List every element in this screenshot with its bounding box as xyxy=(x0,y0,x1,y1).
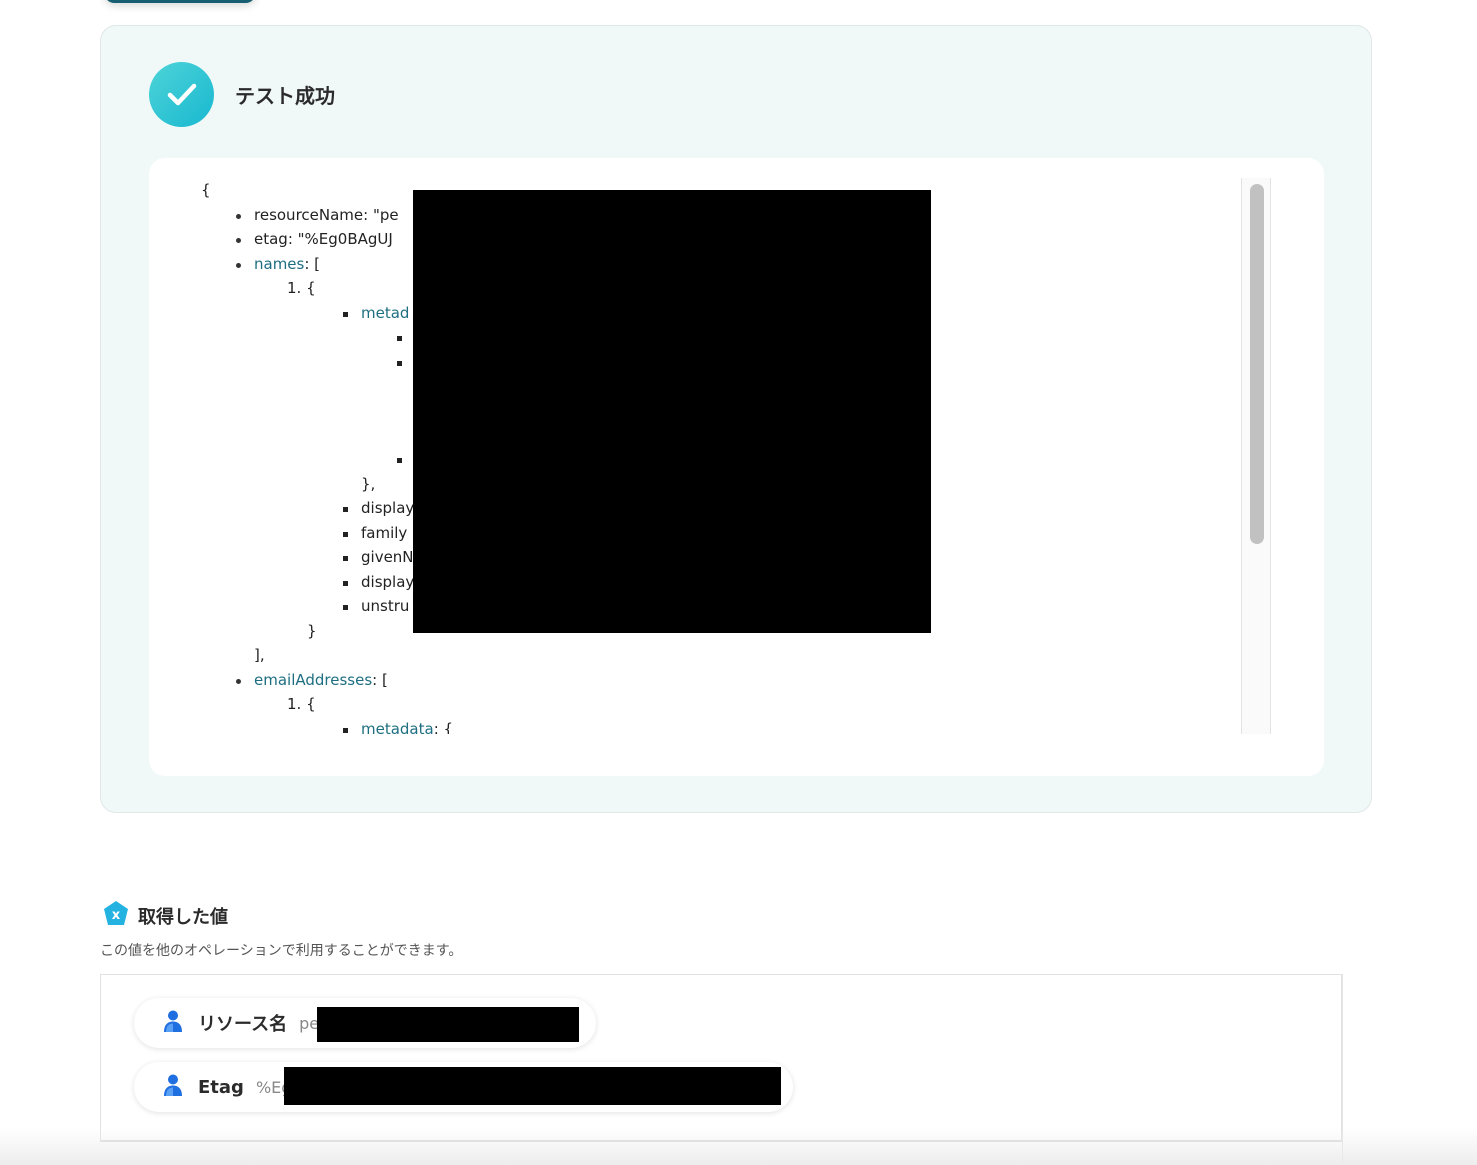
value-chip-label: Etag xyxy=(198,1076,244,1098)
bullet-icon xyxy=(343,507,348,512)
json-line-unstructured-name: unstru xyxy=(361,597,410,615)
json-close-array: ], xyxy=(254,646,265,664)
bullet-icon xyxy=(343,728,348,733)
bullet-icon xyxy=(397,458,402,463)
json-close-brace: } xyxy=(307,622,317,640)
bottom-fade xyxy=(0,1128,1477,1165)
json-line-display-name: display xyxy=(361,499,415,517)
person-icon xyxy=(162,1073,184,1101)
value-chip-label: リソース名 xyxy=(198,1014,288,1035)
bullet-icon xyxy=(343,532,348,537)
values-section-header: x 取得した値 xyxy=(102,900,228,932)
json-line-given-name: givenN xyxy=(361,548,414,566)
json-list-item: 1. { xyxy=(287,279,316,297)
redacted-block xyxy=(284,1067,781,1105)
bullet-icon xyxy=(343,312,348,317)
person-icon xyxy=(162,1009,184,1037)
values-section-title: 取得した値 xyxy=(138,907,228,928)
bullet-icon xyxy=(236,679,241,684)
json-line-family-name: family xyxy=(361,524,408,542)
json-key-names[interactable]: names xyxy=(254,255,304,273)
json-key-metadata[interactable]: metad xyxy=(361,303,409,323)
bullet-icon xyxy=(343,556,348,561)
json-scroll-thumb[interactable] xyxy=(1250,184,1264,544)
json-line-resource-name: resourceName: "pe xyxy=(254,206,399,224)
json-line-display-name-last: display xyxy=(361,573,415,591)
json-close-object: }, xyxy=(361,475,376,493)
json-open-brace: { xyxy=(201,181,211,199)
bullet-icon xyxy=(397,361,402,366)
json-key-metadata[interactable]: metadata xyxy=(361,720,434,734)
json-line-names: names: [ xyxy=(254,255,321,273)
redacted-block xyxy=(413,190,931,633)
previous-action-button[interactable] xyxy=(104,0,256,3)
bullet-icon xyxy=(236,214,241,219)
svg-text:x: x xyxy=(112,908,121,923)
bullet-icon xyxy=(397,336,402,341)
variable-x-icon: x xyxy=(102,900,130,932)
json-scrollbar[interactable] xyxy=(1241,178,1271,734)
bullet-icon xyxy=(343,605,348,610)
bullet-icon xyxy=(236,263,241,268)
json-key-email-addresses[interactable]: emailAddresses xyxy=(254,671,372,689)
status-title: テスト成功 xyxy=(235,84,335,108)
json-line-etag: etag: "%Eg0BAgUJ xyxy=(254,230,393,248)
json-line-email-addresses: emailAddresses: [ xyxy=(254,671,388,689)
bullet-icon xyxy=(343,581,348,586)
redacted-block xyxy=(317,1007,579,1042)
json-list-item: 1. { xyxy=(287,695,316,713)
bullet-icon xyxy=(236,238,241,243)
json-line-metadata: metadata: { xyxy=(361,719,453,734)
success-check-icon xyxy=(149,62,214,127)
values-section-description: この値を他のオペレーションで利用することができます。 xyxy=(100,943,463,959)
